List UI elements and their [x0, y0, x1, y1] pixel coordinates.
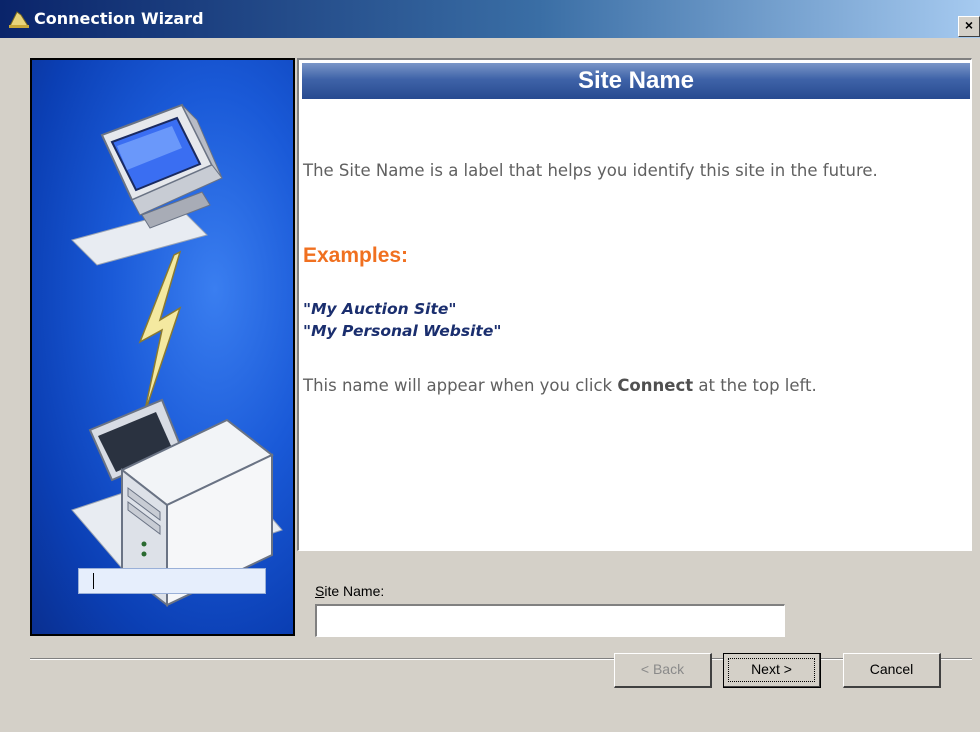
note-bold-connect: Connect	[617, 376, 694, 395]
window-title: Connection Wizard	[34, 9, 204, 28]
label-accelerator: S	[315, 583, 325, 599]
cancel-button[interactable]: Cancel	[843, 653, 941, 688]
site-name-label: Site Name:	[315, 583, 384, 599]
wizard-content-pane: Site Name The Site Name is a label that …	[297, 58, 972, 551]
title-bar: Connection Wizard ×	[0, 0, 980, 38]
text-cursor	[93, 573, 94, 589]
computer-monitor-icon	[100, 103, 223, 229]
content-header: Site Name	[302, 63, 970, 99]
connect-note: This name will appear when you click Con…	[303, 376, 817, 395]
network-illustration	[71, 103, 283, 608]
description-text: The Site Name is a label that helps you …	[303, 161, 878, 180]
close-icon: ×	[964, 17, 974, 33]
wizard-hat-icon	[9, 11, 29, 28]
lightning-connection-icon	[138, 250, 182, 416]
close-button[interactable]: ×	[958, 16, 980, 37]
illustration-name-strip	[78, 568, 266, 594]
examples-heading: Examples:	[303, 244, 409, 267]
site-name-input[interactable]	[315, 604, 785, 637]
note-prefix: This name will appear when you click	[303, 376, 618, 395]
page-title: Site Name	[577, 67, 695, 94]
label-rest: ite Name:	[324, 583, 385, 599]
button-separator	[30, 658, 972, 660]
focus-rect	[728, 658, 815, 682]
example-item: "My Auction Site"	[303, 300, 457, 318]
example-item: "My Personal Website"	[303, 322, 502, 340]
next-button[interactable]: Next >	[723, 653, 821, 688]
note-suffix: at the top left.	[693, 376, 817, 395]
wizard-illustration	[30, 58, 295, 636]
back-button[interactable]: < Back	[614, 653, 712, 688]
